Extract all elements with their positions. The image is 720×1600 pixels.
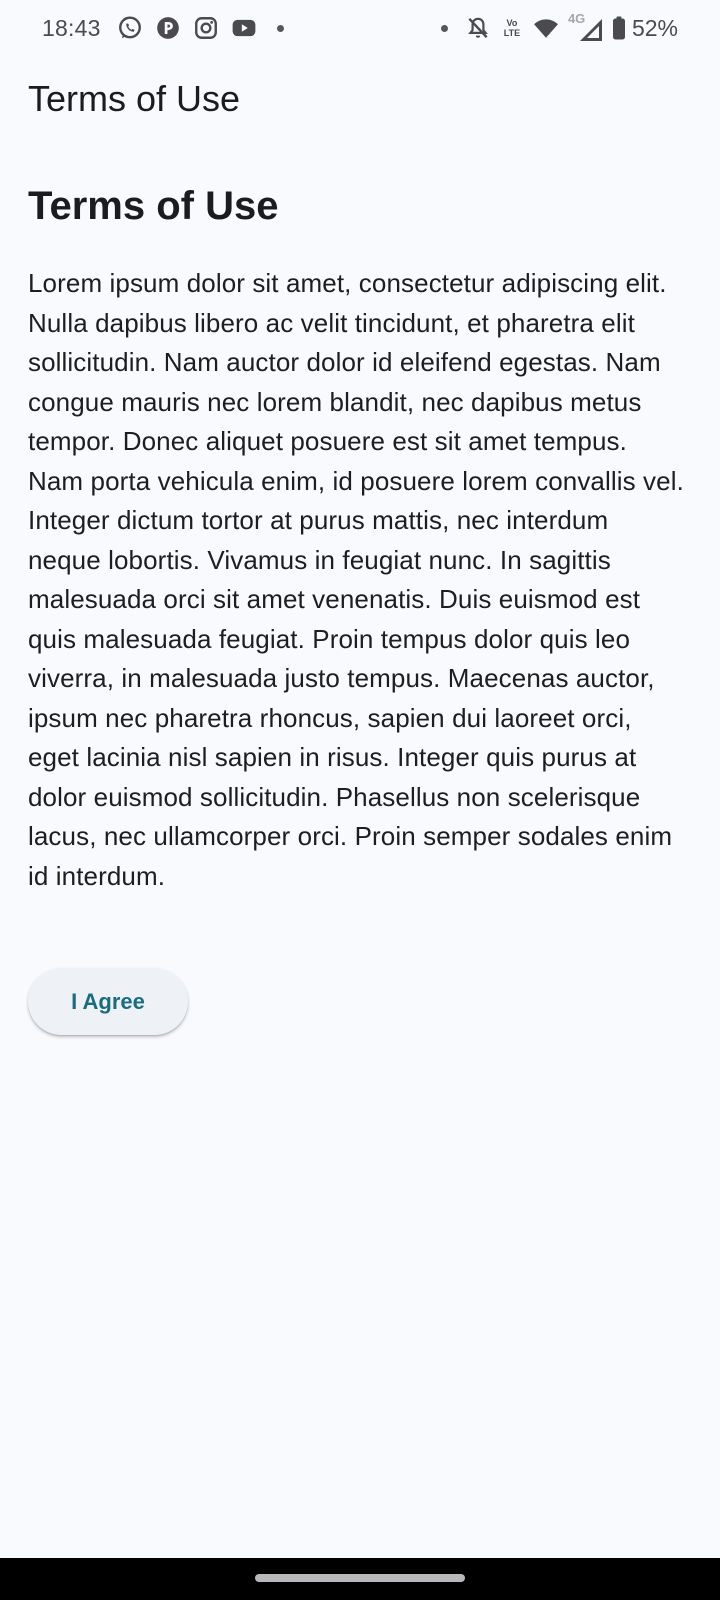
page-title: Terms of Use	[28, 184, 279, 228]
battery-icon	[611, 15, 627, 41]
status-bar: 18:43 Vo LTE 4G 52%	[0, 0, 720, 56]
status-bar-left: 18:43	[42, 15, 292, 42]
terms-body-text: Lorem ipsum dolor sit amet, consectetur …	[28, 268, 684, 891]
signal-icon: 4G	[568, 11, 602, 41]
agree-button[interactable]: I Agree	[28, 968, 188, 1035]
youtube-icon	[231, 15, 257, 41]
volte-top-text: Vo	[506, 18, 518, 28]
wifi-icon	[533, 15, 559, 41]
status-bar-right: Vo LTE 4G 52%	[433, 11, 678, 42]
whatsapp-icon	[117, 15, 143, 41]
app-icon	[155, 15, 181, 41]
more-notifications-dot	[276, 24, 284, 32]
app-bar-title: Terms of Use	[28, 78, 241, 119]
volte-bottom-text: LTE	[503, 28, 521, 38]
navigation-bar	[0, 1558, 720, 1600]
home-indicator[interactable]	[255, 1574, 465, 1582]
instagram-icon	[193, 15, 219, 41]
terms-content: Terms of Use Lorem ipsum dolor sit amet,…	[28, 178, 688, 896]
status-time: 18:43	[42, 14, 101, 41]
status-dot	[440, 24, 448, 32]
notifications-off-icon	[465, 15, 491, 41]
battery-percent: 52%	[631, 14, 678, 41]
volte-icon: Vo LTE	[500, 18, 524, 38]
